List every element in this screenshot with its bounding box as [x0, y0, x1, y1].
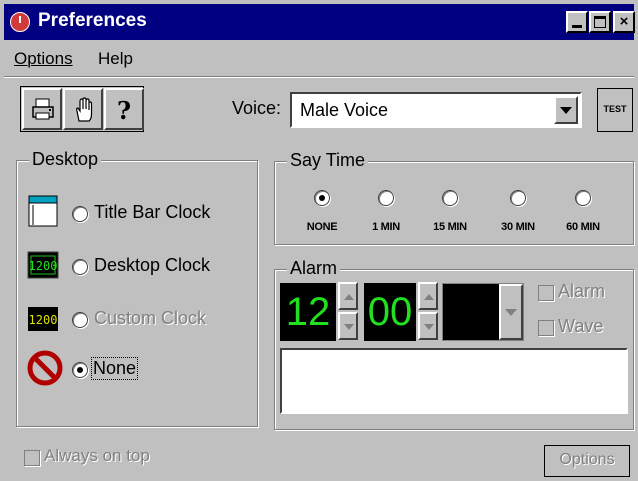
test-voice-button[interactable]: TEST	[597, 88, 633, 132]
alarm-hour-display[interactable]: 12	[280, 283, 336, 341]
arrow-up-icon	[344, 294, 354, 300]
menu-separator	[4, 76, 634, 78]
wave-checkbox	[538, 320, 554, 336]
title-bar[interactable]: Preferences ×	[4, 4, 635, 40]
help-button[interactable]: ?	[104, 88, 144, 130]
alarm-checkbox	[538, 285, 554, 301]
alarm-checkbox-label: Alarm	[558, 281, 606, 301]
menu-help[interactable]: Help	[98, 49, 133, 69]
preferences-window: Preferences × Options Help ? Voice: Male…	[0, 0, 638, 481]
radio-say-1-min[interactable]	[378, 190, 394, 206]
say-time-option-60-min[interactable]: 60 MIN	[553, 190, 613, 233]
say-1-min-label: 1 MIN	[372, 221, 400, 233]
radio-desktop-clock[interactable]	[72, 259, 88, 275]
desktop-option-title-bar-clock[interactable]: Title Bar Clock	[26, 193, 246, 233]
maximize-button[interactable]	[589, 11, 611, 33]
hour-down-button[interactable]	[338, 312, 358, 340]
say-time-option-none[interactable]: NONE	[292, 190, 352, 233]
say-none-label: NONE	[306, 221, 338, 233]
hour-up-button[interactable]	[338, 282, 358, 310]
desktop-option-desktop-clock[interactable]: 1200 Desktop Clock	[26, 246, 246, 286]
radio-say-15-min[interactable]	[442, 190, 458, 206]
clock-app-icon[interactable]	[10, 12, 30, 32]
window-title: Preferences	[38, 10, 147, 31]
desktop-group-title: Desktop	[29, 149, 102, 170]
no-entry-icon	[27, 350, 63, 386]
custom-clock-icon: 1200	[28, 307, 58, 331]
printer-icon	[32, 98, 54, 120]
wave-checkbox-label: Wave	[558, 316, 604, 336]
chevron-down-icon	[505, 309, 517, 316]
desktop-option-none[interactable]: None	[26, 349, 246, 389]
close-button[interactable]: ×	[613, 11, 635, 33]
none-label: None	[90, 357, 139, 380]
minute-down-button[interactable]	[418, 312, 438, 340]
radio-say-60-min[interactable]	[575, 190, 591, 206]
desktop-clock-label: Desktop Clock	[94, 255, 211, 275]
hand-button[interactable]	[63, 88, 103, 130]
say-time-group-title: Say Time	[287, 150, 369, 171]
alarm-minute-display[interactable]: 00	[364, 283, 416, 341]
alarm-sound-dropdown-button[interactable]	[499, 284, 523, 340]
arrow-up-icon	[424, 294, 434, 300]
radio-title-bar-clock[interactable]	[72, 206, 88, 222]
svg-text:1200: 1200	[29, 313, 58, 327]
minute-up-button[interactable]	[418, 282, 438, 310]
say-time-option-15-min[interactable]: 15 MIN	[420, 190, 480, 233]
alarm-sound-select[interactable]	[442, 283, 524, 341]
always-on-top-label: Always on top	[44, 446, 150, 465]
say-30-min-label: 30 MIN	[501, 221, 535, 233]
alarm-message-field[interactable]	[280, 348, 628, 414]
always-on-top-checkbox	[24, 450, 40, 466]
custom-clock-label: Custom Clock	[94, 308, 207, 328]
radio-say-30-min[interactable]	[510, 190, 526, 206]
alarm-group-title: Alarm	[287, 258, 341, 279]
arrow-down-icon	[424, 324, 434, 330]
minimize-button[interactable]	[566, 11, 588, 33]
options-button: Options	[544, 445, 630, 477]
print-button[interactable]	[22, 88, 62, 130]
arrow-down-icon	[344, 324, 354, 330]
hand-icon	[76, 97, 93, 122]
radio-none[interactable]	[72, 362, 88, 378]
voice-dropdown-button[interactable]	[554, 96, 578, 124]
help-icon: ?	[117, 96, 132, 125]
chevron-down-icon	[560, 107, 572, 114]
title-bar-clock-icon	[28, 195, 58, 227]
title-bar-clock-label: Title Bar Clock	[94, 202, 211, 222]
voice-value: Male Voice	[300, 100, 389, 120]
voice-select[interactable]: Male Voice	[290, 92, 582, 128]
say-15-min-label: 15 MIN	[433, 221, 467, 233]
svg-text:1200: 1200	[29, 259, 58, 273]
radio-custom-clock	[72, 312, 88, 328]
desktop-clock-icon: 1200	[27, 251, 59, 279]
toolbar-button-group: ?	[20, 86, 144, 132]
desktop-option-custom-clock: 1200 Custom Clock	[26, 299, 246, 339]
menu-bar: Options Help	[4, 44, 634, 72]
menu-options[interactable]: Options	[14, 49, 73, 69]
say-time-option-30-min[interactable]: 30 MIN	[488, 190, 548, 233]
say-60-min-label: 60 MIN	[566, 221, 600, 233]
say-time-option-1-min[interactable]: 1 MIN	[356, 190, 416, 233]
radio-say-none[interactable]	[314, 190, 330, 206]
voice-label: Voice:	[232, 98, 282, 118]
